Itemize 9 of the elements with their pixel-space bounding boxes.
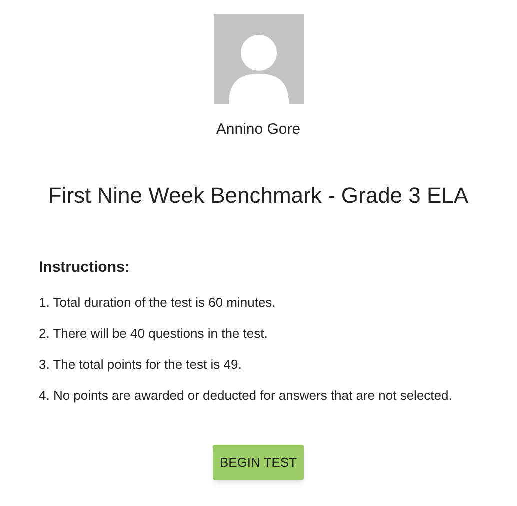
begin-test-button[interactable]: BEGIN TEST <box>213 445 304 480</box>
instruction-text: 4. No points are awarded or deducted for answers that are not selected. <box>39 387 452 405</box>
instructions-heading: Instructions: <box>39 258 131 278</box>
instruction-text: 3. The total points for the test is 49. <box>39 356 243 374</box>
instruction-text: 2. There will be 40 questions in the test. <box>39 325 269 343</box>
user-name: Annino Gore <box>216 120 301 140</box>
avatar-icon <box>214 14 304 104</box>
test-title: First Nine Week Benchmark - Grade 3 ELA <box>48 182 469 210</box>
instruction-text: 1. Total duration of the test is 60 minutes. <box>39 294 277 312</box>
